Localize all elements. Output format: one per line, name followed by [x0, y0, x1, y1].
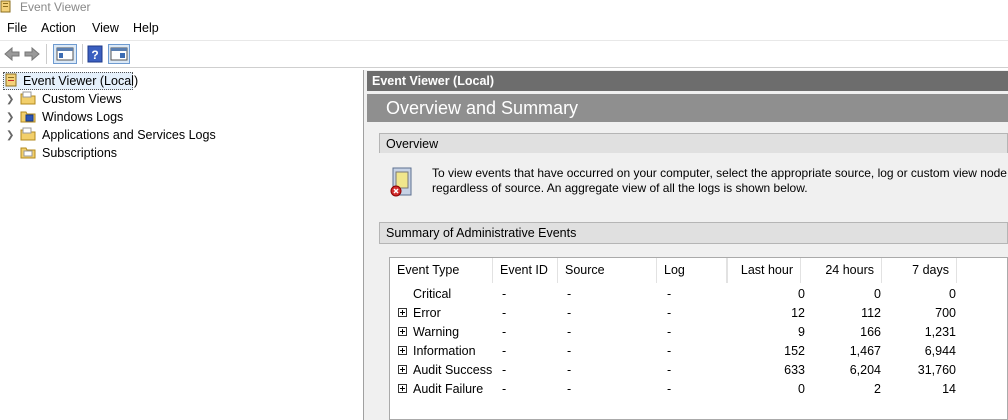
folder-icon	[20, 91, 36, 105]
row-last-hour: 0	[798, 382, 805, 396]
row-source: -	[567, 306, 572, 320]
tree-root-label[interactable]: Event Viewer (Local)	[23, 73, 138, 89]
row-event-type: Warning	[413, 325, 460, 339]
row-event-type: Audit Failure	[413, 382, 484, 396]
expand-plus-icon[interactable]	[398, 308, 407, 317]
summary-section-header[interactable]: Summary of Administrative Events	[379, 222, 1008, 244]
chevron-right-icon[interactable]: ❯	[6, 94, 14, 105]
overview-section-body: To view events that have occurred on you…	[379, 153, 1008, 211]
row-source: -	[567, 363, 572, 377]
row-event-type: Critical	[413, 287, 452, 301]
details-pane: Event Viewer (Local) Overview and Summar…	[367, 70, 1008, 420]
row-last-hour: 12	[791, 306, 805, 320]
row-log: -	[667, 287, 672, 301]
summary-table: Event Type Event ID Source Log Last hour…	[389, 257, 1008, 420]
row-7-days: 1,231	[924, 325, 956, 339]
overview-section-header[interactable]: Overview	[379, 133, 1008, 155]
column-header-log[interactable]: Log	[657, 258, 727, 283]
row-last-hour: 0	[798, 287, 805, 301]
row-source: -	[567, 287, 572, 301]
column-header-24-hours[interactable]: 24 hours	[801, 258, 882, 283]
row-source: -	[567, 382, 572, 396]
row-7-days: 14	[942, 382, 956, 396]
row-event-id: -	[502, 382, 507, 396]
folder-log-icon	[20, 111, 36, 123]
column-header-7-days[interactable]: 7 days	[882, 258, 957, 283]
menu-help[interactable]: Help	[133, 21, 159, 35]
menu-bar: File Action View Help	[0, 18, 1008, 40]
row-24-hours: 2	[874, 382, 881, 396]
row-event-type: Error	[413, 306, 441, 320]
summary-section-body: Event Type Event ID Source Log Last hour…	[379, 247, 1008, 420]
row-log: -	[667, 344, 672, 358]
row-log: -	[667, 363, 672, 377]
row-source: -	[567, 325, 572, 339]
overview-summary-title: Overview and Summary	[367, 94, 1008, 122]
row-7-days: 6,944	[924, 344, 956, 358]
expand-plus-icon[interactable]	[398, 365, 407, 374]
row-event-id: -	[502, 344, 507, 358]
help-icon[interactable]: ?	[87, 44, 103, 64]
expand-plus-icon[interactable]	[398, 384, 407, 393]
overview-text-line1: To view events that have occurred on you…	[432, 166, 1007, 180]
console-tree: Event Viewer (Local) ❯ Custom Views ❯ Wi…	[0, 70, 364, 420]
row-7-days: 0	[949, 287, 956, 301]
svg-text:?: ?	[91, 48, 98, 62]
column-header-last-hour[interactable]: Last hour	[727, 258, 801, 283]
menu-file[interactable]: File	[7, 21, 27, 35]
row-event-id: -	[502, 363, 507, 377]
menu-action[interactable]: Action	[41, 21, 76, 35]
column-header-source[interactable]: Source	[558, 258, 657, 283]
column-header-event-type[interactable]: Event Type	[390, 258, 493, 283]
toolbar: ?	[0, 40, 1008, 68]
overview-text-line2: regardless of source. An aggregate view …	[432, 181, 808, 195]
row-last-hour: 633	[784, 363, 805, 377]
row-event-type: Audit Success	[413, 363, 493, 377]
row-last-hour: 9	[798, 325, 805, 339]
row-24-hours: 6,204	[849, 363, 881, 377]
event-log-icon	[390, 167, 412, 197]
tree-item-windows-logs[interactable]: Windows Logs	[42, 109, 123, 125]
tree-item-custom-views[interactable]: Custom Views	[42, 91, 122, 107]
menu-view[interactable]: View	[92, 21, 119, 35]
event-viewer-icon	[5, 73, 17, 87]
row-event-type: Information	[413, 344, 476, 358]
event-viewer-app-icon	[0, 0, 11, 13]
row-event-id: -	[502, 325, 507, 339]
row-7-days: 31,760	[917, 363, 956, 377]
forward-arrow-icon[interactable]	[23, 44, 41, 64]
overview-text: To view events that have occurred on you…	[432, 166, 1008, 196]
expand-plus-icon[interactable]	[398, 346, 407, 355]
row-event-id: -	[502, 306, 507, 320]
folder-subscriptions-icon	[20, 147, 36, 159]
title-bar: Event Viewer	[0, 0, 1008, 16]
row-last-hour: 152	[784, 344, 805, 358]
tree-item-subscriptions[interactable]: Subscriptions	[42, 145, 117, 161]
chevron-right-icon[interactable]: ❯	[6, 130, 14, 141]
row-24-hours: 112	[861, 306, 881, 320]
chevron-right-icon[interactable]: ❯	[6, 112, 14, 123]
row-event-id: -	[502, 287, 507, 301]
row-log: -	[667, 325, 672, 339]
column-header-event-id[interactable]: Event ID	[493, 258, 558, 283]
row-24-hours: 0	[874, 287, 881, 301]
row-24-hours: 1,467	[849, 344, 881, 358]
window-title: Event Viewer	[20, 0, 91, 14]
console-tree-icon[interactable]	[53, 44, 77, 64]
expand-plus-icon[interactable]	[398, 327, 407, 336]
row-7-days: 700	[935, 306, 956, 320]
row-24-hours: 166	[860, 325, 881, 339]
action-pane-icon[interactable]	[108, 44, 130, 64]
tree-item-applications-services-logs[interactable]: Applications and Services Logs	[42, 127, 216, 143]
folder-icon	[20, 127, 36, 141]
back-arrow-icon[interactable]	[3, 44, 21, 64]
row-source: -	[567, 344, 572, 358]
row-log: -	[667, 306, 672, 320]
details-header: Event Viewer (Local)	[367, 71, 1008, 91]
row-log: -	[667, 382, 672, 396]
